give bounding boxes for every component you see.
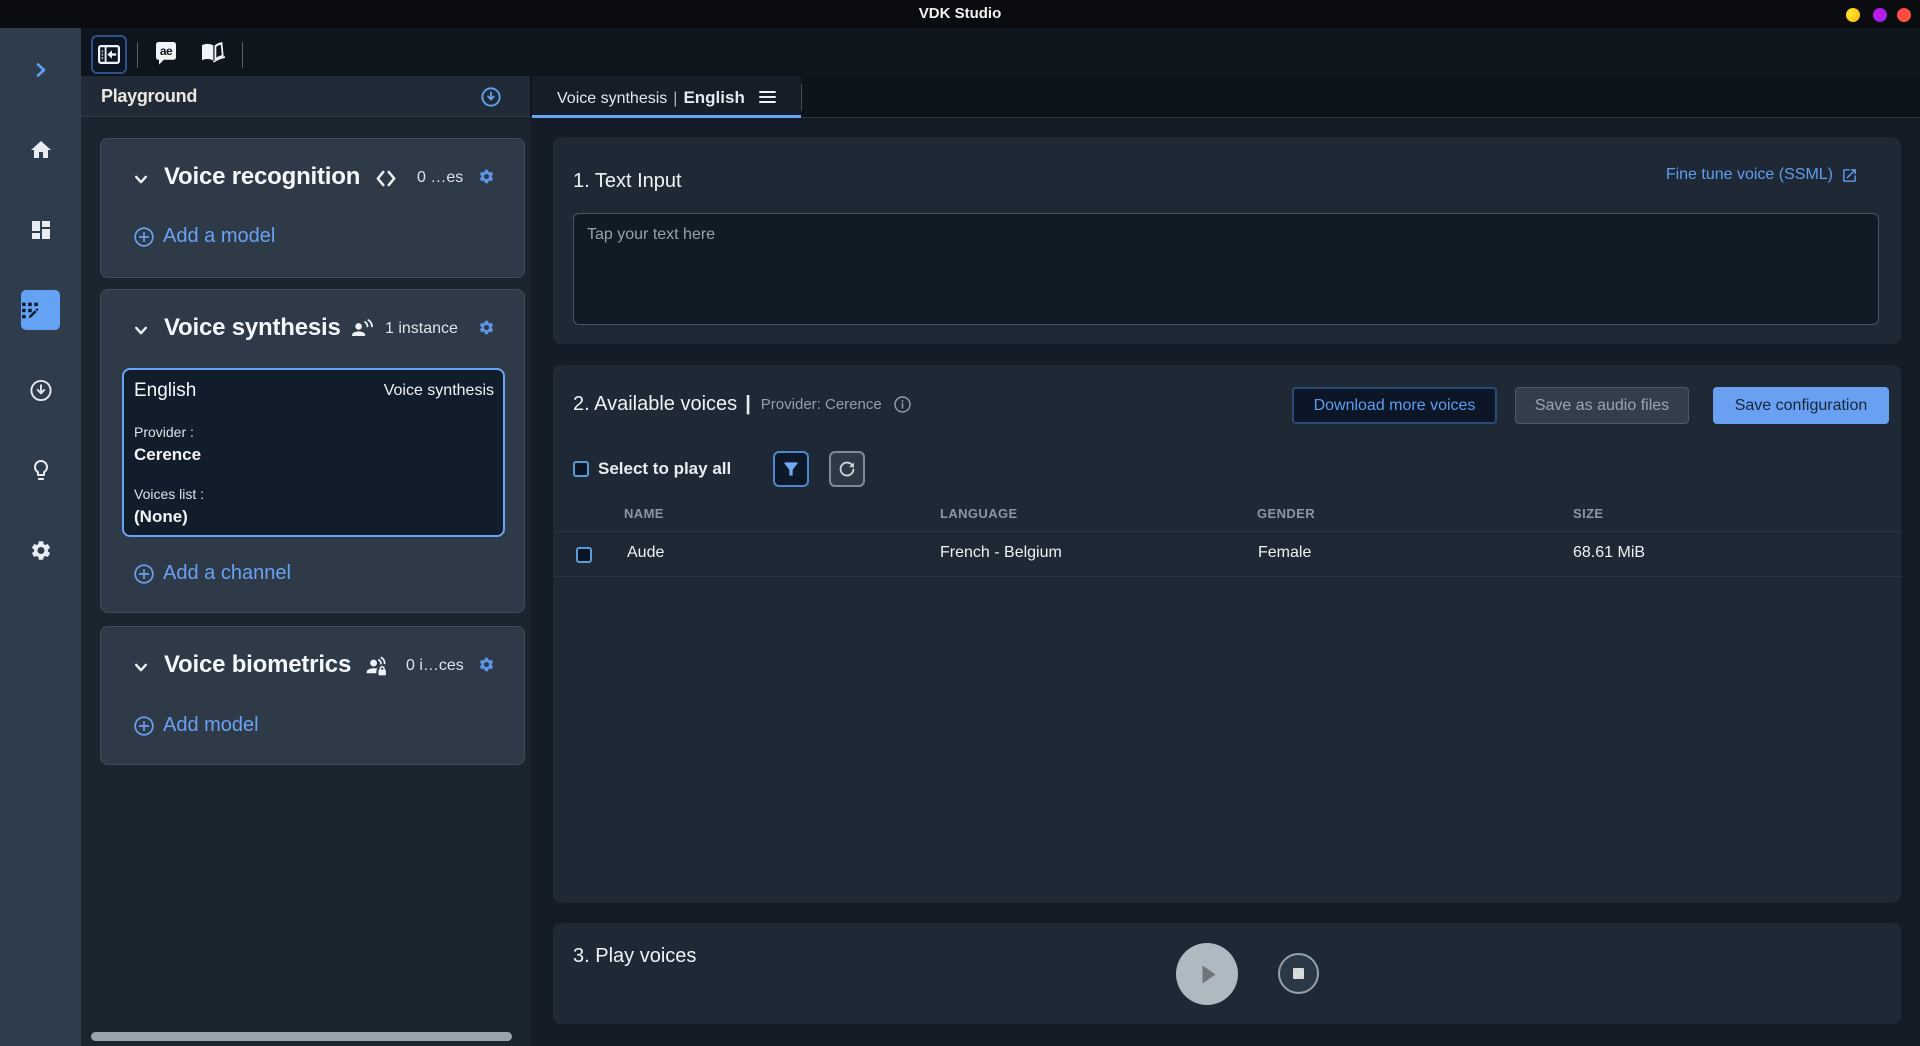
svg-text:ae: ae — [160, 44, 173, 58]
